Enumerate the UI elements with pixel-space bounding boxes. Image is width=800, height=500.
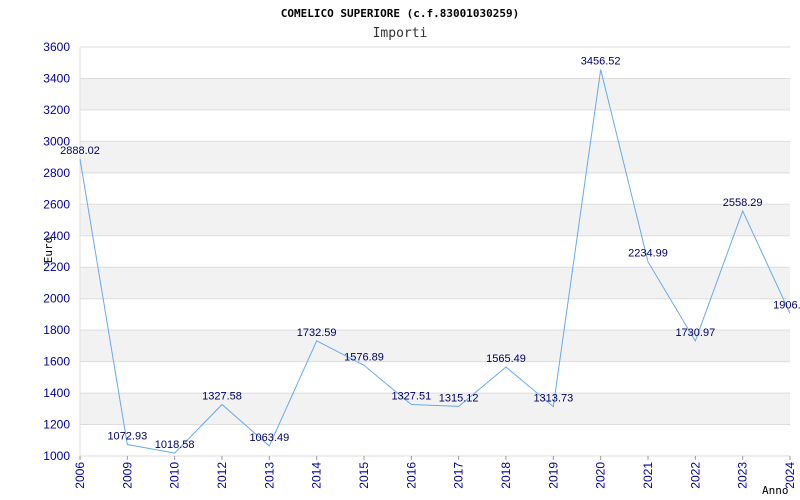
data-label: 1730.97 — [675, 327, 715, 339]
x-tick-label: 2020 — [594, 462, 608, 489]
y-tick-label: 1000 — [43, 449, 70, 463]
grid-band — [80, 141, 790, 173]
data-label: 1327.58 — [202, 390, 242, 402]
x-tick-label: 2013 — [262, 462, 276, 489]
grid-band — [80, 393, 790, 425]
x-axis-label: Anno — [762, 484, 789, 497]
grid-band — [80, 78, 790, 110]
x-axis-ticks: 2006 2009 2010 2012 2013 2014 2015 2016 2017 2018… — [73, 456, 797, 489]
data-label: 1072.93 — [107, 431, 147, 443]
y-axis-label: Euro — [42, 237, 55, 264]
chart-subtitle: Importi — [373, 26, 428, 41]
chart-title: COMELICO SUPERIORE (c.f.83001030259) — [281, 7, 519, 20]
y-tick-label: 2600 — [43, 197, 70, 211]
data-label: 2558.29 — [723, 197, 763, 209]
y-tick-label: 1400 — [43, 386, 70, 400]
x-tick-label: 2017 — [452, 462, 466, 489]
data-label: 1906.9 — [773, 299, 800, 311]
x-tick-label: 2019 — [546, 462, 560, 489]
line-chart: COMELICO SUPERIORE (c.f.83001030259) Imp… — [42, 7, 800, 497]
data-label: 1315.12 — [439, 392, 479, 404]
data-label: 1063.49 — [249, 432, 289, 444]
data-label: 1576.89 — [344, 351, 384, 363]
data-label: 1313.73 — [533, 393, 573, 405]
x-tick-label: 2023 — [736, 462, 750, 489]
data-label: 1565.49 — [486, 353, 526, 365]
x-tick-label: 2014 — [310, 462, 324, 489]
x-tick-label: 2018 — [499, 462, 513, 489]
y-tick-label: 1200 — [43, 418, 70, 432]
y-tick-label: 3600 — [43, 40, 70, 54]
y-tick-label: 1600 — [43, 355, 70, 369]
y-tick-label: 2000 — [43, 292, 70, 306]
data-label: 2234.99 — [628, 248, 668, 260]
x-tick-label: 2022 — [688, 462, 702, 489]
y-tick-label: 1800 — [43, 323, 70, 337]
data-labels: 2888.02 1072.93 1018.58 1327.58 1063.49 1732.… — [60, 56, 800, 452]
x-tick-label: 2009 — [120, 462, 134, 489]
y-tick-label: 2800 — [43, 166, 70, 180]
x-tick-label: 2015 — [357, 462, 371, 489]
data-label: 1732.59 — [297, 327, 337, 339]
data-label: 3456.52 — [581, 56, 621, 68]
x-tick-label: 2010 — [168, 462, 182, 489]
x-tick-label: 2006 — [73, 462, 87, 489]
data-label: 1018.58 — [155, 439, 195, 451]
background-bands — [80, 78, 790, 425]
x-tick-label: 2021 — [641, 462, 655, 489]
x-tick-label: 2012 — [215, 462, 229, 489]
data-label: 1327.51 — [391, 390, 431, 402]
y-tick-label: 3400 — [43, 71, 70, 85]
y-tick-label: 3200 — [43, 103, 70, 117]
x-tick-label: 2016 — [404, 462, 418, 489]
data-label: 2888.02 — [60, 145, 100, 157]
grid-band — [80, 204, 790, 236]
grid-band — [80, 267, 790, 299]
